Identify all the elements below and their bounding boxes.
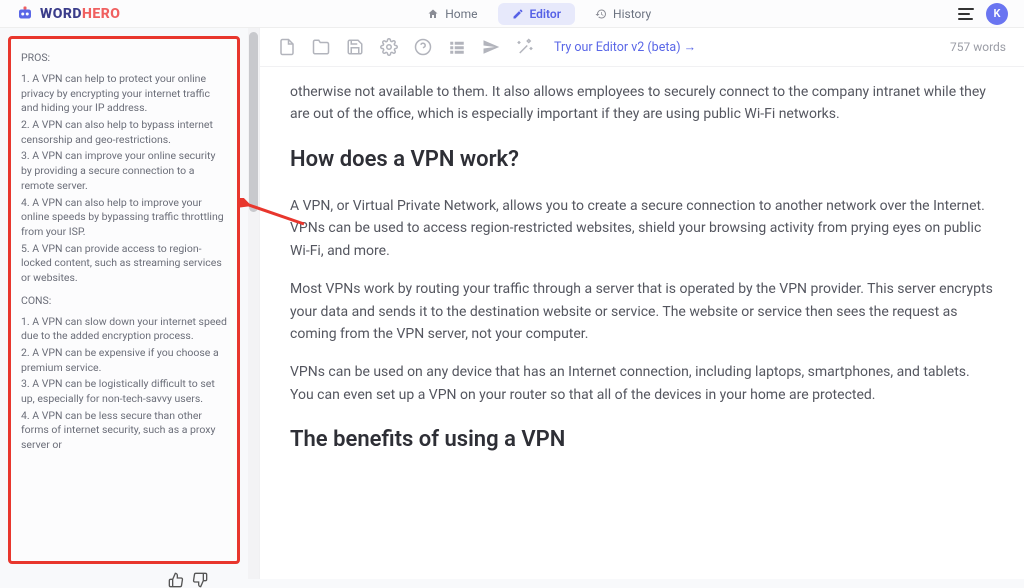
send-icon[interactable] [482, 38, 500, 56]
article-heading: The benefits of using a VPN [290, 422, 994, 457]
menu-toggle[interactable] [958, 8, 974, 20]
sidebar-scrollbar[interactable] [248, 28, 259, 579]
wordhero-robot-icon [16, 5, 34, 23]
list-item: 3. A VPN can improve your online securit… [21, 149, 227, 193]
user-avatar[interactable]: K [986, 3, 1008, 25]
brand-word: WORD [40, 6, 82, 22]
top-bar: WORDHERO Home Editor History K [0, 0, 1024, 28]
nav-editor-label: Editor [530, 7, 562, 21]
list-item: 1. A VPN can slow down your internet spe… [21, 315, 227, 344]
open-folder-icon[interactable] [312, 38, 330, 56]
nav-history[interactable]: History [581, 3, 665, 25]
pros-list: 1. A VPN can help to protect your online… [21, 72, 227, 286]
brand-logo[interactable]: WORDHERO [16, 5, 120, 23]
article-heading: How does a VPN work? [290, 142, 994, 177]
history-icon [595, 8, 607, 20]
article-paragraph: otherwise not available to them. It also… [290, 81, 994, 126]
feedback-buttons [8, 572, 240, 588]
article-paragraph: A VPN, or Virtual Private Network, allow… [290, 195, 994, 262]
home-icon [427, 8, 439, 20]
pros-heading: PROS: [21, 51, 227, 64]
toolbar-write-group [448, 38, 534, 56]
list-item: 2. A VPN can be expensive if you choose … [21, 346, 227, 375]
article-paragraph: VPNs can be used on any device that has … [290, 361, 994, 406]
list-item: 4. A VPN can be less secure than other f… [21, 409, 227, 453]
toolbar-file-group [278, 38, 432, 56]
article-content[interactable]: otherwise not available to them. It also… [260, 67, 1024, 495]
list-item: 3. A VPN can be logistically difficult t… [21, 377, 227, 406]
new-file-icon[interactable] [278, 38, 296, 56]
list-item: 4. A VPN can also help to improve your o… [21, 196, 227, 240]
try-editor-v2-link[interactable]: Try our Editor v2 (beta) → [554, 40, 696, 55]
article-paragraph: Most VPNs work by routing your traffic t… [290, 278, 994, 345]
cons-list: 1. A VPN can slow down your internet spe… [21, 315, 227, 453]
thumbs-up-icon[interactable] [168, 572, 184, 588]
magic-wand-icon[interactable] [516, 38, 534, 56]
list-item: 1. A VPN can help to protect your online… [21, 72, 227, 116]
help-icon[interactable] [414, 38, 432, 56]
nav-home-label: Home [445, 7, 477, 21]
editor-toolbar: Try our Editor v2 (beta) → 757 words [260, 28, 1024, 67]
sidebar: PROS: 1. A VPN can help to protect your … [0, 28, 248, 579]
gear-icon[interactable] [380, 38, 398, 56]
brand-hero: HERO [82, 6, 120, 22]
generated-output-panel: PROS: 1. A VPN can help to protect your … [8, 36, 240, 564]
nav-editor[interactable]: Editor [498, 3, 576, 25]
cons-heading: CONS: [21, 294, 227, 307]
list-icon[interactable] [448, 38, 466, 56]
avatar-initial: K [993, 7, 1000, 20]
thumbs-down-icon[interactable] [192, 572, 208, 588]
main-area: PROS: 1. A VPN can help to protect your … [0, 28, 1024, 579]
pencil-icon [512, 8, 524, 20]
editor-panel: Try our Editor v2 (beta) → 757 words oth… [259, 28, 1024, 579]
right-controls: K [958, 3, 1008, 25]
nav-history-label: History [613, 7, 651, 21]
save-icon[interactable] [346, 38, 364, 56]
list-item: 5. A VPN can provide access to region-lo… [21, 242, 227, 286]
nav-home[interactable]: Home [413, 3, 491, 25]
scrollbar-thumb[interactable] [249, 32, 258, 212]
list-item: 2. A VPN can also help to bypass interne… [21, 118, 227, 147]
word-count: 757 words [950, 40, 1006, 54]
main-nav: Home Editor History [413, 3, 665, 25]
